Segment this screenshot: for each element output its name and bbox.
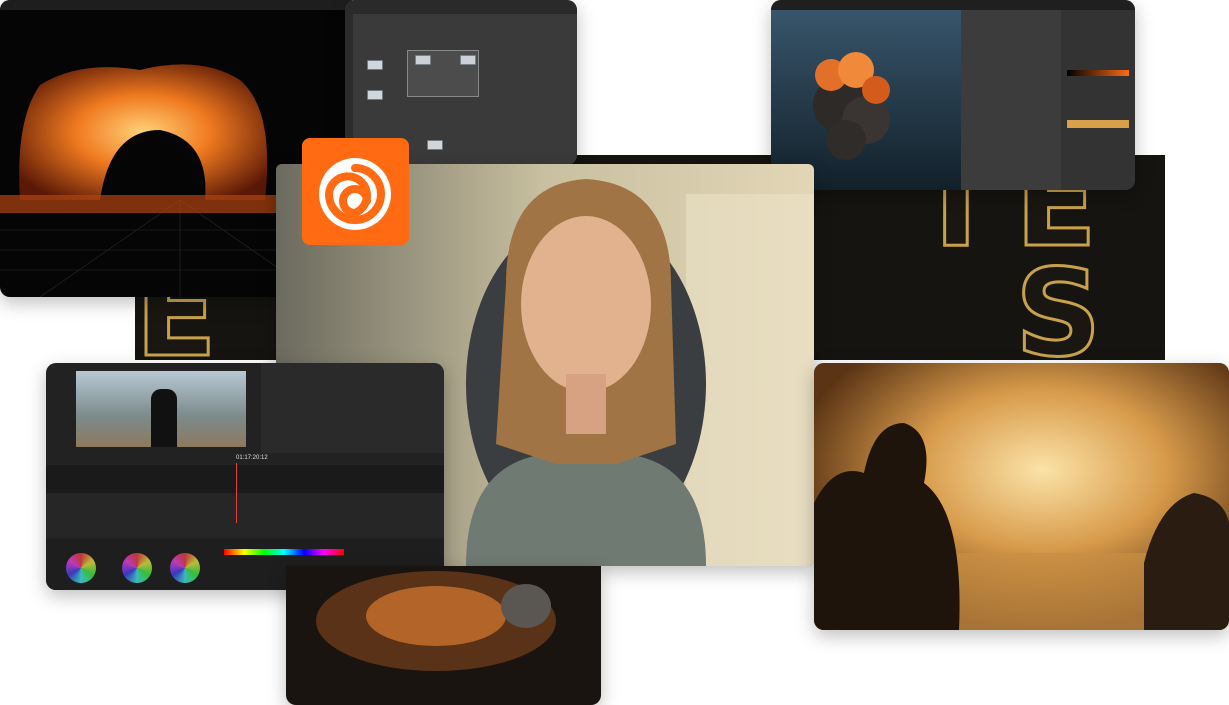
silhouette-image <box>814 363 1229 630</box>
node-b <box>367 90 383 100</box>
color-grading-app: 01:17:20:12 <box>46 363 444 590</box>
param-highlight <box>1067 120 1129 128</box>
debris-image <box>316 571 556 671</box>
explosion-viewport <box>771 10 961 190</box>
explosion-node-app <box>771 0 1135 190</box>
color-wheel-gamma[interactable] <box>122 553 152 583</box>
color-wheel-gain[interactable] <box>170 553 200 583</box>
grading-viewer <box>76 371 246 447</box>
color-ramp <box>1067 70 1129 76</box>
playhead <box>236 463 237 523</box>
timeline-tracks <box>46 493 444 537</box>
clip-timeline <box>46 465 444 493</box>
houdini-logo <box>302 138 409 245</box>
qualifier-bar[interactable] <box>224 549 344 555</box>
color-wheel-lift[interactable] <box>66 553 96 583</box>
node-graph-area <box>961 10 1061 190</box>
grading-node-area <box>261 363 444 453</box>
houdini-swirl-icon <box>319 158 391 230</box>
viewer-timecode: 01:17:20:12 <box>236 455 268 461</box>
node-a <box>367 60 383 70</box>
app-menubar <box>771 0 1135 10</box>
node-editor-toolbar <box>345 0 577 14</box>
node-e <box>427 140 443 150</box>
debris-explosion-still <box>286 566 601 705</box>
parameter-panel <box>1061 10 1135 190</box>
explosion-cloud-image <box>813 52 890 160</box>
backdrop-letter-s: S <box>1013 245 1102 360</box>
silhouette-explosion-still <box>814 363 1229 630</box>
node-network-box <box>407 50 479 97</box>
viewer-figure <box>151 389 177 447</box>
